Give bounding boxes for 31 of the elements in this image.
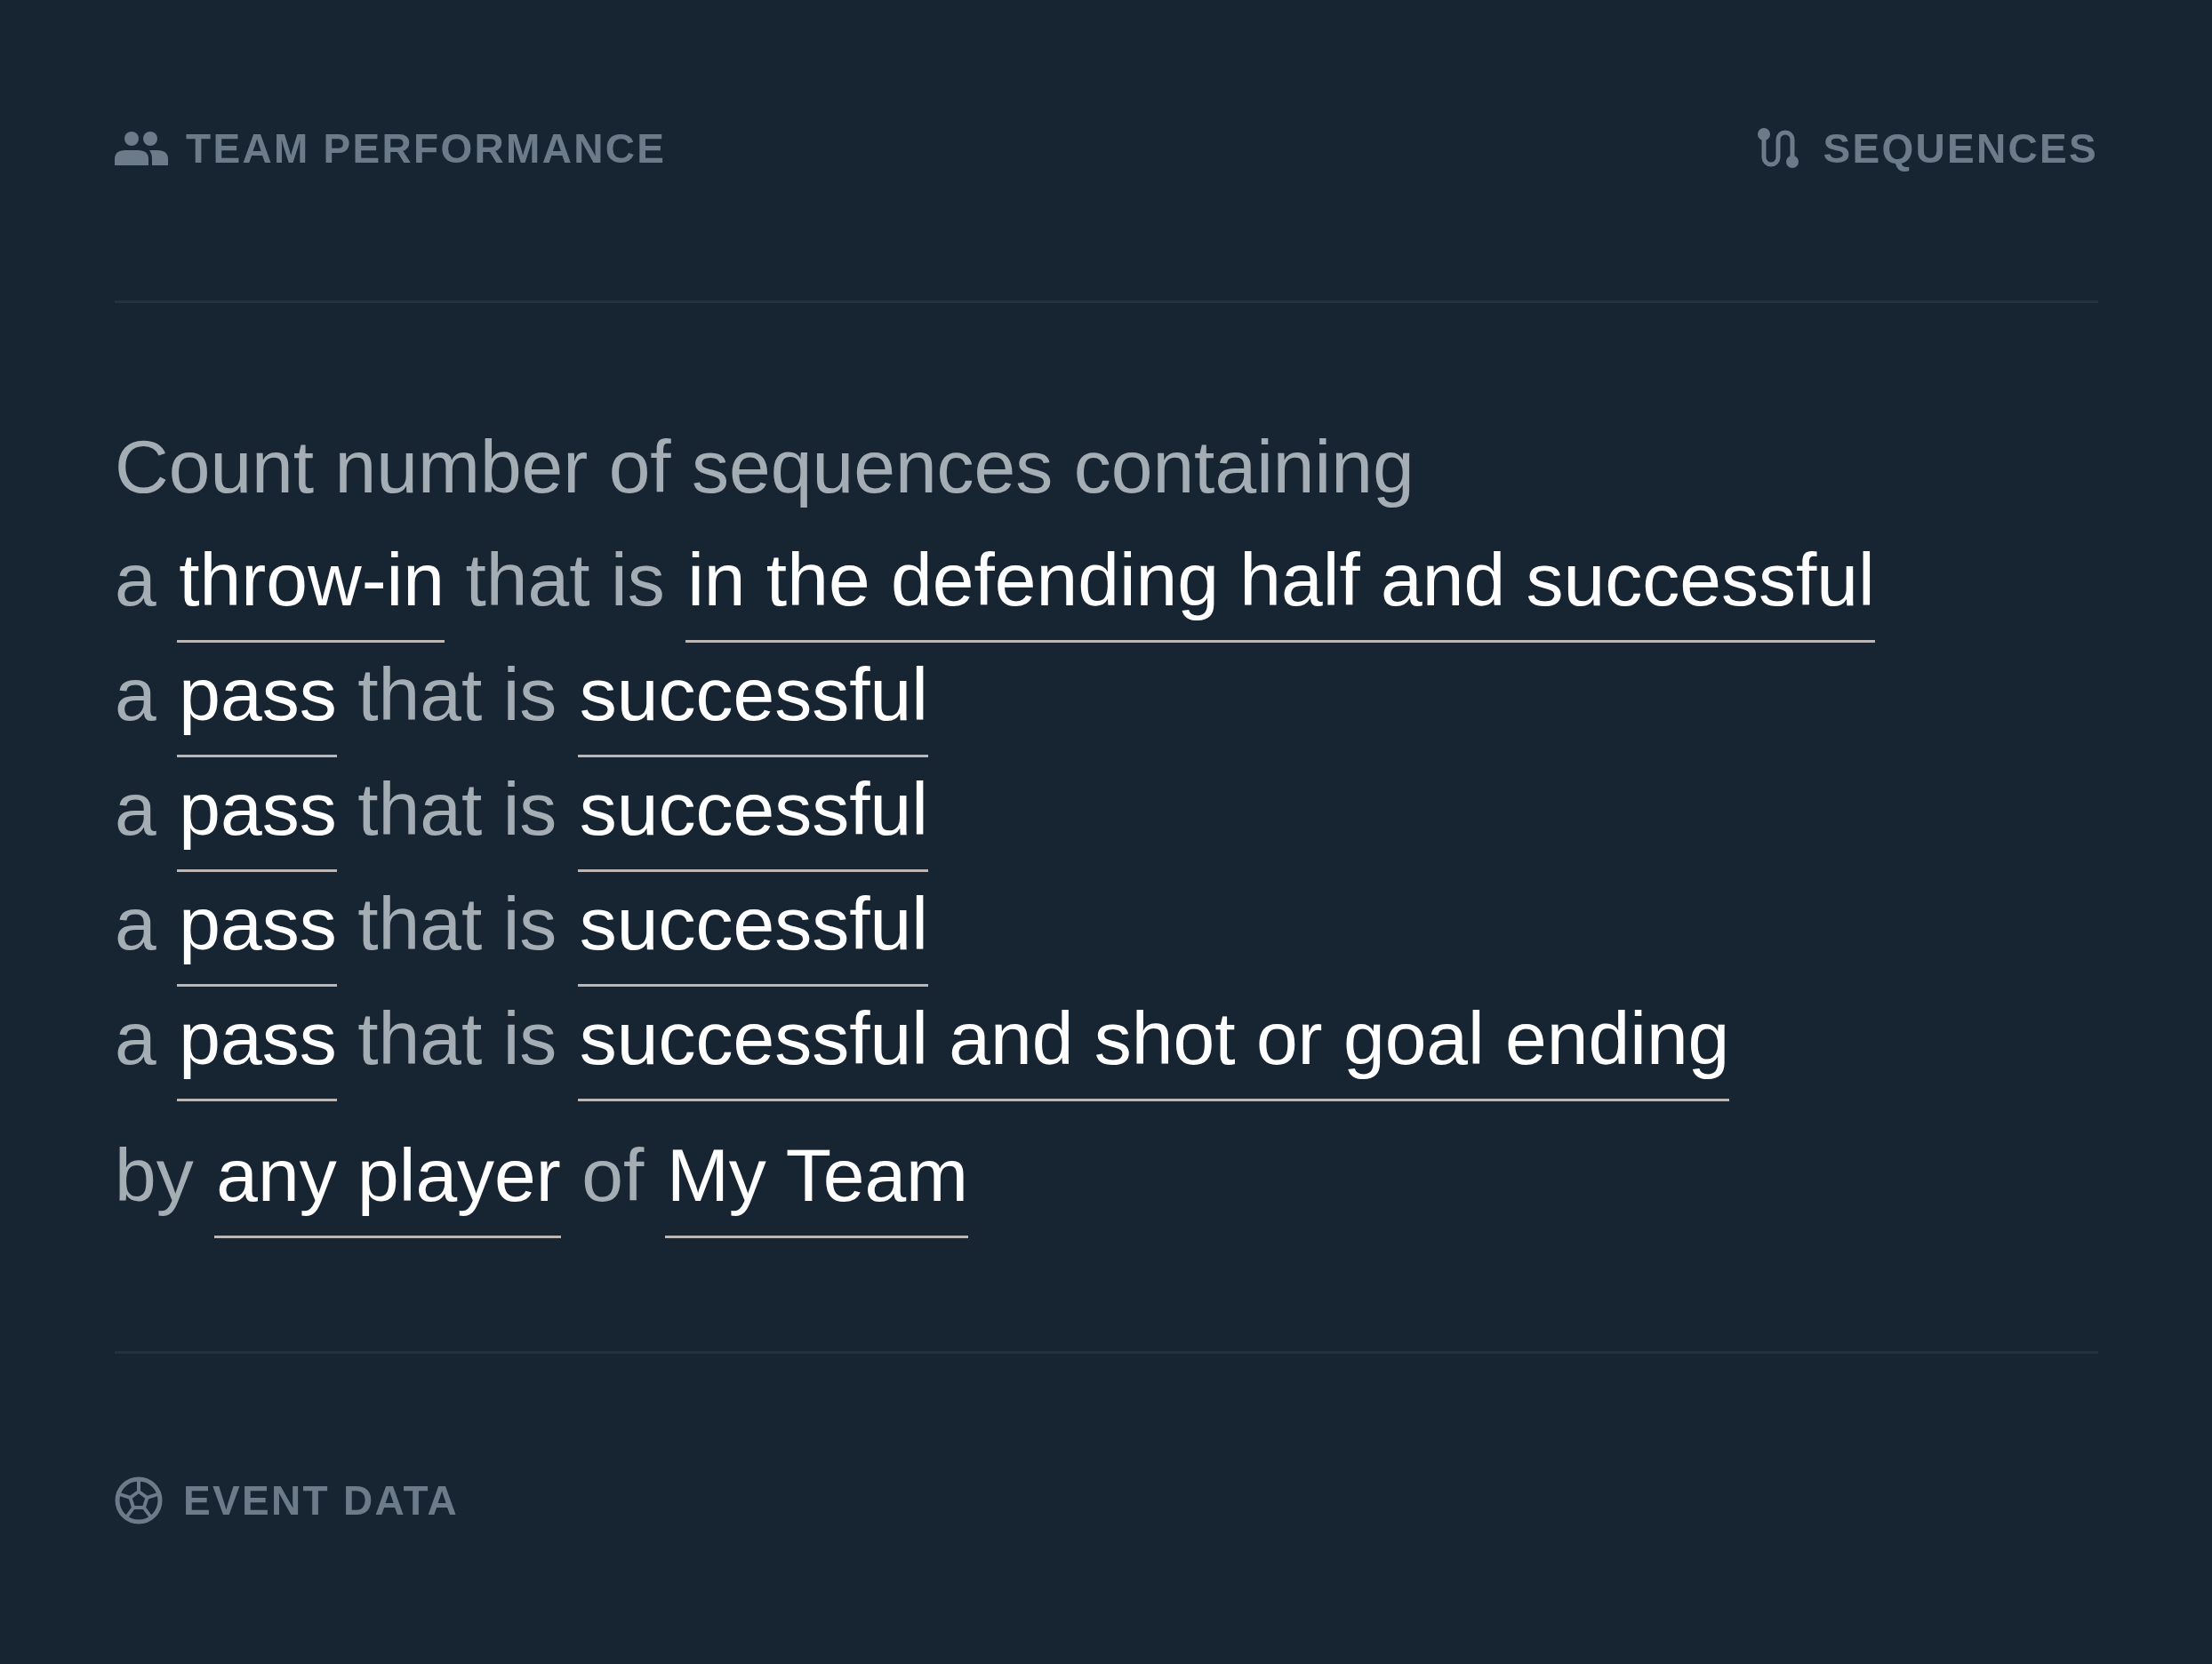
connector-text: of <box>581 1134 645 1219</box>
team-selector[interactable]: My Team <box>664 1134 969 1238</box>
article-text: a <box>115 997 156 1082</box>
article-text: a <box>115 539 156 623</box>
category-label: TEAM PERFORMANCE <box>186 124 667 173</box>
event-selector[interactable]: pass <box>177 653 337 757</box>
connector-text: that is <box>357 768 557 852</box>
condition-selector[interactable]: in the defending half and successful <box>685 539 1875 643</box>
mode-label: SEQUENCES <box>1823 124 2098 173</box>
connector-text: that is <box>465 539 665 623</box>
condition-selector[interactable]: successful <box>577 653 928 757</box>
connector-text: that is <box>357 883 557 967</box>
article-text: a <box>115 768 156 852</box>
connector-text: that is <box>357 653 557 738</box>
prefix-text: by <box>115 1134 194 1219</box>
people-icon <box>115 132 168 165</box>
source-label: EVENT DATA <box>183 1476 460 1525</box>
player-selector[interactable]: any player <box>214 1134 561 1238</box>
ball-icon <box>115 1476 163 1524</box>
event-selector[interactable]: throw-in <box>177 539 445 643</box>
condition-selector[interactable]: successful and shot or goal ending <box>577 997 1730 1101</box>
query-intro: Count number of sequences containing <box>115 426 1415 508</box>
condition-selector[interactable]: successful <box>577 768 928 872</box>
path-icon <box>1757 127 1800 170</box>
event-selector[interactable]: pass <box>177 997 337 1101</box>
condition-selector[interactable]: successful <box>577 883 928 987</box>
connector-text: that is <box>357 997 557 1082</box>
event-selector[interactable]: pass <box>177 883 337 987</box>
event-selector[interactable]: pass <box>177 768 337 872</box>
article-text: a <box>115 653 156 738</box>
article-text: a <box>115 883 156 967</box>
